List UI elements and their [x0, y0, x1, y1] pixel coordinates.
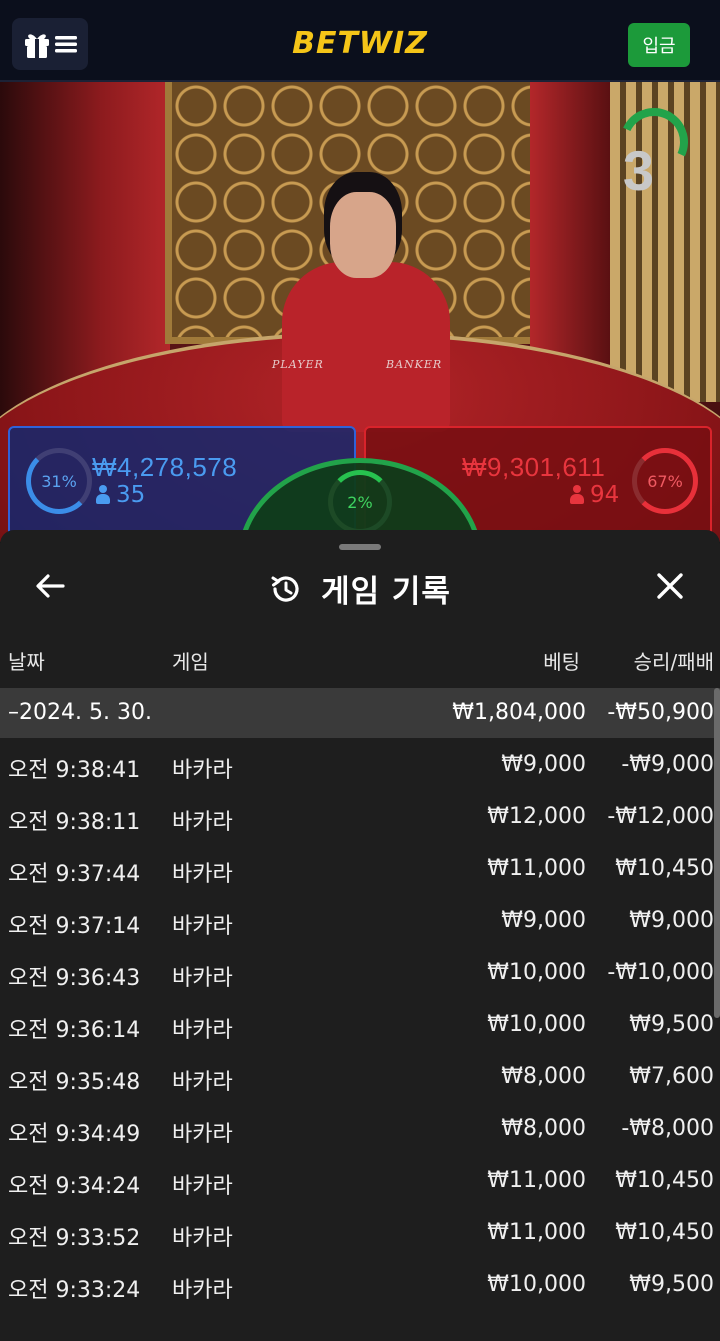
- row-result: -₩8,000: [621, 1116, 714, 1141]
- row-game: 바카라: [172, 966, 233, 991]
- brand-logo[interactable]: BETWIZ: [0, 26, 720, 61]
- sheet-title: 게임 기록: [321, 574, 451, 610]
- row-bet: ₩10,000: [487, 1012, 586, 1037]
- row-time: 오전 9:38:11: [8, 810, 141, 835]
- row-game: 바카라: [172, 1174, 233, 1199]
- history-row[interactable]: 오전 9:34:24 바카라 ₩11,000 ₩10,450: [0, 1154, 720, 1206]
- row-time: 오전 9:36:43: [8, 966, 141, 991]
- row-bet: ₩11,000: [487, 856, 586, 881]
- person-icon: [570, 485, 584, 505]
- tie-percent-ring: 2%: [328, 470, 392, 534]
- tie-percent: 2%: [347, 492, 373, 512]
- history-row[interactable]: 오전 9:38:11 바카라 ₩12,000 -₩12,000: [0, 790, 720, 842]
- row-time: 오전 9:34:24: [8, 1174, 141, 1199]
- row-result: ₩9,500: [629, 1012, 714, 1037]
- row-time: 오전 9:37:14: [8, 914, 141, 939]
- top-bar: BETWIZ 입금: [0, 0, 720, 82]
- history-column-headers: 날짜 게임 베팅 승리/패배: [0, 646, 720, 678]
- row-bet: ₩11,000: [487, 1220, 586, 1245]
- row-time: 오전 9:33:24: [8, 1278, 141, 1303]
- player-count-value: 35: [116, 482, 146, 508]
- history-row[interactable]: 오전 9:33:24 바카라 ₩10,000 ₩9,500: [0, 1258, 720, 1310]
- countdown-timer: 3: [622, 139, 654, 202]
- row-result: ₩10,450: [615, 856, 714, 881]
- close-icon: [657, 573, 683, 599]
- row-game: 바카라: [172, 758, 233, 783]
- game-history-sheet: 게임 기록 날짜 게임 베팅 승리/패배 –2024. 5. 30. ₩1,80…: [0, 530, 720, 1341]
- sheet-header: 게임 기록: [0, 554, 720, 620]
- date-group-label: –2024. 5. 30.: [8, 700, 152, 725]
- row-result: ₩9,000: [629, 908, 714, 933]
- dealer-head: [330, 192, 396, 278]
- row-game: 바카라: [172, 810, 233, 835]
- row-bet: ₩12,000: [487, 804, 586, 829]
- row-bet: ₩10,000: [487, 960, 586, 985]
- dealer: [282, 262, 450, 432]
- row-time: 오전 9:36:14: [8, 1018, 141, 1043]
- row-result: -₩10,000: [607, 960, 714, 985]
- row-time: 오전 9:34:49: [8, 1122, 141, 1147]
- row-result: ₩10,450: [615, 1168, 714, 1193]
- row-game: 바카라: [172, 914, 233, 939]
- row-time: 오전 9:33:52: [8, 1226, 141, 1251]
- column-game: 게임: [172, 650, 209, 674]
- player-percent-ring: 31%: [26, 448, 92, 514]
- row-bet: ₩8,000: [501, 1116, 586, 1141]
- row-result: -₩9,000: [621, 752, 714, 777]
- banker-percent-ring: 67%: [632, 448, 698, 514]
- sheet-drag-handle[interactable]: [339, 544, 381, 550]
- player-bettor-count: 35: [96, 482, 145, 508]
- row-result: -₩12,000: [607, 804, 714, 829]
- table-label-player: PLAYER: [272, 358, 324, 371]
- column-date: 날짜: [8, 650, 45, 674]
- row-game: 바카라: [172, 1278, 233, 1303]
- banker-count-value: 94: [590, 482, 620, 508]
- banker-total-amount: ₩9,301,611: [462, 452, 606, 482]
- person-icon: [96, 485, 110, 505]
- banker-percent: 67%: [647, 471, 683, 491]
- row-time: 오전 9:37:44: [8, 862, 141, 887]
- column-bet: 베팅: [543, 650, 580, 674]
- row-time: 오전 9:38:41: [8, 758, 141, 783]
- row-result: ₩9,500: [629, 1272, 714, 1297]
- column-result: 승리/패배: [633, 650, 714, 674]
- row-result: ₩7,600: [629, 1064, 714, 1089]
- row-time: 오전 9:35:48: [8, 1070, 141, 1095]
- row-game: 바카라: [172, 862, 233, 887]
- table-label-banker: BANKER: [386, 358, 443, 371]
- row-game: 바카라: [172, 1226, 233, 1251]
- history-row[interactable]: 오전 9:38:41 바카라 ₩9,000 -₩9,000: [0, 738, 720, 790]
- player-total-amount: ₩4,278,578: [92, 452, 238, 482]
- deposit-button[interactable]: 입금: [628, 23, 690, 67]
- history-row[interactable]: 오전 9:33:52 바카라 ₩11,000 ₩10,450: [0, 1206, 720, 1258]
- banker-bettor-count: 94: [570, 482, 619, 508]
- player-percent: 31%: [41, 471, 77, 491]
- date-group-result-total: -₩50,900: [607, 700, 714, 725]
- history-row[interactable]: 오전 9:35:48 바카라 ₩8,000 ₩7,600: [0, 1050, 720, 1102]
- row-result: ₩10,450: [615, 1220, 714, 1245]
- row-bet: ₩9,000: [501, 752, 586, 777]
- history-row[interactable]: 오전 9:36:43 바카라 ₩10,000 -₩10,000: [0, 946, 720, 998]
- row-bet: ₩9,000: [501, 908, 586, 933]
- history-row[interactable]: 오전 9:37:44 바카라 ₩11,000 ₩10,450: [0, 842, 720, 894]
- date-group-bet-total: ₩1,804,000: [452, 700, 586, 725]
- row-bet: ₩11,000: [487, 1168, 586, 1193]
- row-game: 바카라: [172, 1122, 233, 1147]
- history-row[interactable]: 오전 9:37:14 바카라 ₩9,000 ₩9,000: [0, 894, 720, 946]
- row-bet: ₩8,000: [501, 1064, 586, 1089]
- history-clock-icon: [271, 575, 299, 602]
- close-button[interactable]: [650, 566, 690, 606]
- row-game: 바카라: [172, 1070, 233, 1095]
- row-bet: ₩10,000: [487, 1272, 586, 1297]
- row-game: 바카라: [172, 1018, 233, 1043]
- sheet-title-group: 게임 기록: [0, 566, 720, 611]
- history-list: –2024. 5. 30. ₩1,804,000 -₩50,900 오전 9:3…: [0, 688, 720, 1310]
- history-row[interactable]: 오전 9:34:49 바카라 ₩8,000 -₩8,000: [0, 1102, 720, 1154]
- date-group-row[interactable]: –2024. 5. 30. ₩1,804,000 -₩50,900: [0, 688, 720, 738]
- history-row[interactable]: 오전 9:36:14 바카라 ₩10,000 ₩9,500: [0, 998, 720, 1050]
- history-scrollbar[interactable]: [714, 688, 720, 1018]
